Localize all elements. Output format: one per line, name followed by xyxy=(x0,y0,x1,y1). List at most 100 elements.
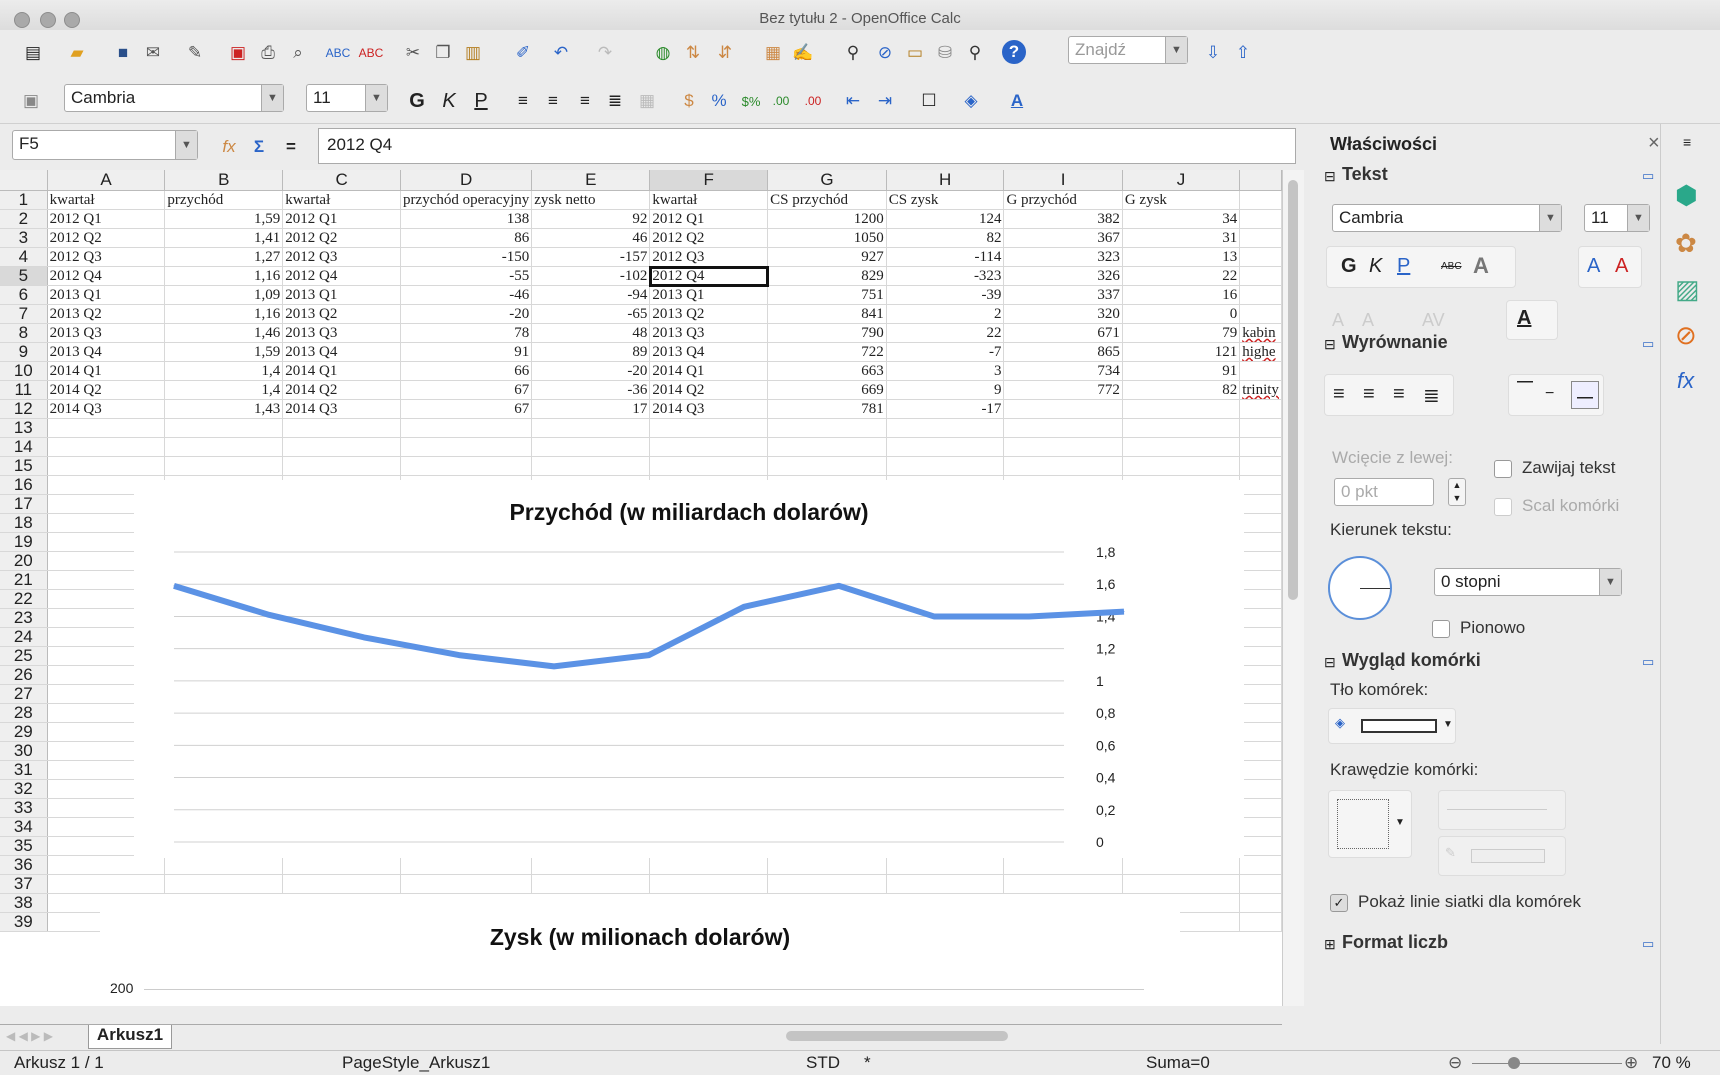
new-document-icon[interactable]: ▤ xyxy=(20,40,46,66)
row-header[interactable]: 27 xyxy=(0,684,48,704)
cell[interactable] xyxy=(282,437,402,457)
find-next-icon[interactable]: ⇩ xyxy=(1200,40,1226,66)
sidebar-strike-button[interactable]: ABC xyxy=(1441,261,1462,272)
cell[interactable] xyxy=(1003,855,1123,875)
cell[interactable] xyxy=(400,855,533,875)
text-rotation-dial[interactable] xyxy=(1328,556,1392,620)
vertical-stack-checkbox[interactable] xyxy=(1432,620,1450,638)
cell[interactable]: 1,27 xyxy=(164,247,284,267)
align-right-icon[interactable]: ≡ xyxy=(1393,383,1405,406)
chevron-down-icon[interactable]: ▼ xyxy=(365,85,387,111)
justify-icon[interactable]: ≣ xyxy=(1423,383,1440,408)
vertical-scrollbar[interactable] xyxy=(1282,170,1304,1006)
cell[interactable]: 2014 Q2 xyxy=(649,380,769,400)
cell[interactable]: 663 xyxy=(767,361,887,381)
function-wizard-icon[interactable]: fx xyxy=(216,134,242,160)
row-header[interactable]: 35 xyxy=(0,836,48,856)
zoom-slider[interactable] xyxy=(1472,1063,1622,1064)
row-header[interactable]: 16 xyxy=(0,475,48,495)
cell[interactable] xyxy=(767,456,887,476)
functions-icon[interactable]: fx xyxy=(1677,368,1694,394)
cell[interactable] xyxy=(1239,285,1282,305)
cell[interactable]: 790 xyxy=(767,323,887,343)
email-icon[interactable]: ✉ xyxy=(140,40,166,66)
cell[interactable]: -36 xyxy=(531,380,651,400)
row-header[interactable]: 36 xyxy=(0,855,48,875)
cell[interactable] xyxy=(767,874,887,894)
cell[interactable] xyxy=(531,874,651,894)
row-header[interactable]: 20 xyxy=(0,551,48,571)
cell[interactable] xyxy=(1239,399,1282,419)
cell[interactable] xyxy=(1239,855,1282,875)
sum-icon[interactable]: Σ xyxy=(246,134,272,160)
background-color-icon[interactable]: ◈ xyxy=(958,88,984,114)
row-header[interactable]: 11 xyxy=(0,380,48,400)
cell[interactable] xyxy=(1239,247,1282,267)
chevron-down-icon[interactable]: ▼ xyxy=(261,85,283,111)
italic-button[interactable]: K xyxy=(436,88,462,114)
row-header[interactable]: 26 xyxy=(0,665,48,685)
cell[interactable] xyxy=(1239,703,1282,723)
row-header[interactable]: 5 xyxy=(0,266,48,286)
more-options-icon[interactable]: ▭ xyxy=(1642,336,1654,352)
cell[interactable] xyxy=(282,855,402,875)
zoom-out-icon[interactable]: ⊖ xyxy=(1448,1053,1462,1073)
cell[interactable] xyxy=(1239,836,1282,856)
cell[interactable] xyxy=(886,437,1005,457)
cell[interactable] xyxy=(1239,912,1282,932)
tab-nav-arrows-icon[interactable]: ◀ ◀ ▶ ▶ xyxy=(6,1029,53,1043)
cell[interactable] xyxy=(1239,570,1282,590)
cell[interactable]: 2012 Q3 xyxy=(282,247,402,267)
cell[interactable] xyxy=(1239,532,1282,552)
number-format-icon[interactable]: $% xyxy=(738,88,764,114)
cell[interactable]: 2014 Q2 xyxy=(47,380,166,400)
cell[interactable] xyxy=(1239,817,1282,837)
data-sources-icon[interactable]: ⛁ xyxy=(932,40,958,66)
collapse-icon[interactable]: ⊟ xyxy=(1324,654,1336,671)
underline-button[interactable]: P xyxy=(468,88,494,114)
cell[interactable] xyxy=(1239,779,1282,799)
more-options-icon[interactable]: ▭ xyxy=(1642,654,1654,670)
name-box[interactable]: F5 ▼ xyxy=(12,130,198,160)
cell[interactable]: 2012 Q1 xyxy=(282,209,402,229)
cell[interactable]: -7 xyxy=(886,342,1005,362)
column-header-i[interactable]: I xyxy=(1003,170,1123,191)
cell[interactable]: 121 xyxy=(1122,342,1241,362)
cell[interactable]: 772 xyxy=(1003,380,1123,400)
sidebar-italic-button[interactable]: K xyxy=(1369,255,1382,278)
cell[interactable]: CS zysk xyxy=(886,190,1005,210)
profit-chart[interactable]: Zysk (w milionach dolarów) 200 xyxy=(100,894,1180,1006)
horizontal-scroll-thumb[interactable] xyxy=(786,1031,1008,1041)
currency-format-icon[interactable]: $ xyxy=(676,88,702,114)
format-paintbrush-icon[interactable]: ✐ xyxy=(510,40,536,66)
cell[interactable] xyxy=(47,855,166,875)
cell[interactable]: -55 xyxy=(400,266,533,286)
sort-ascending-icon[interactable]: ⇅ xyxy=(680,40,706,66)
row-header[interactable]: 18 xyxy=(0,513,48,533)
cell[interactable] xyxy=(1003,874,1123,894)
cell[interactable]: -102 xyxy=(531,266,651,286)
find-input[interactable]: Znajdź ▼ xyxy=(1068,36,1188,64)
cell[interactable] xyxy=(886,874,1005,894)
row-header[interactable]: 7 xyxy=(0,304,48,324)
chevron-down-icon[interactable]: ▼ xyxy=(1539,205,1561,231)
row-header[interactable]: 21 xyxy=(0,570,48,590)
close-icon[interactable]: × xyxy=(1648,132,1660,155)
cell[interactable] xyxy=(1003,418,1123,438)
column-header-j[interactable]: J xyxy=(1122,170,1241,191)
sidebar-font-color-button[interactable]: A xyxy=(1506,300,1558,340)
align-top-icon[interactable]: ⎺ xyxy=(1517,381,1533,399)
cell[interactable] xyxy=(1239,228,1282,248)
cell[interactable] xyxy=(886,456,1005,476)
cell[interactable]: 79 xyxy=(1122,323,1241,343)
cell[interactable]: 2013 Q2 xyxy=(282,304,402,324)
zoom-in-icon[interactable]: ⊕ xyxy=(1624,1053,1638,1073)
cell[interactable] xyxy=(282,418,402,438)
cell[interactable]: 841 xyxy=(767,304,887,324)
cell[interactable] xyxy=(649,456,769,476)
cell[interactable]: 1,16 xyxy=(164,304,284,324)
cell[interactable] xyxy=(1239,646,1282,666)
cell[interactable]: -65 xyxy=(531,304,651,324)
cell[interactable]: 320 xyxy=(1003,304,1123,324)
cell[interactable]: 1050 xyxy=(767,228,887,248)
